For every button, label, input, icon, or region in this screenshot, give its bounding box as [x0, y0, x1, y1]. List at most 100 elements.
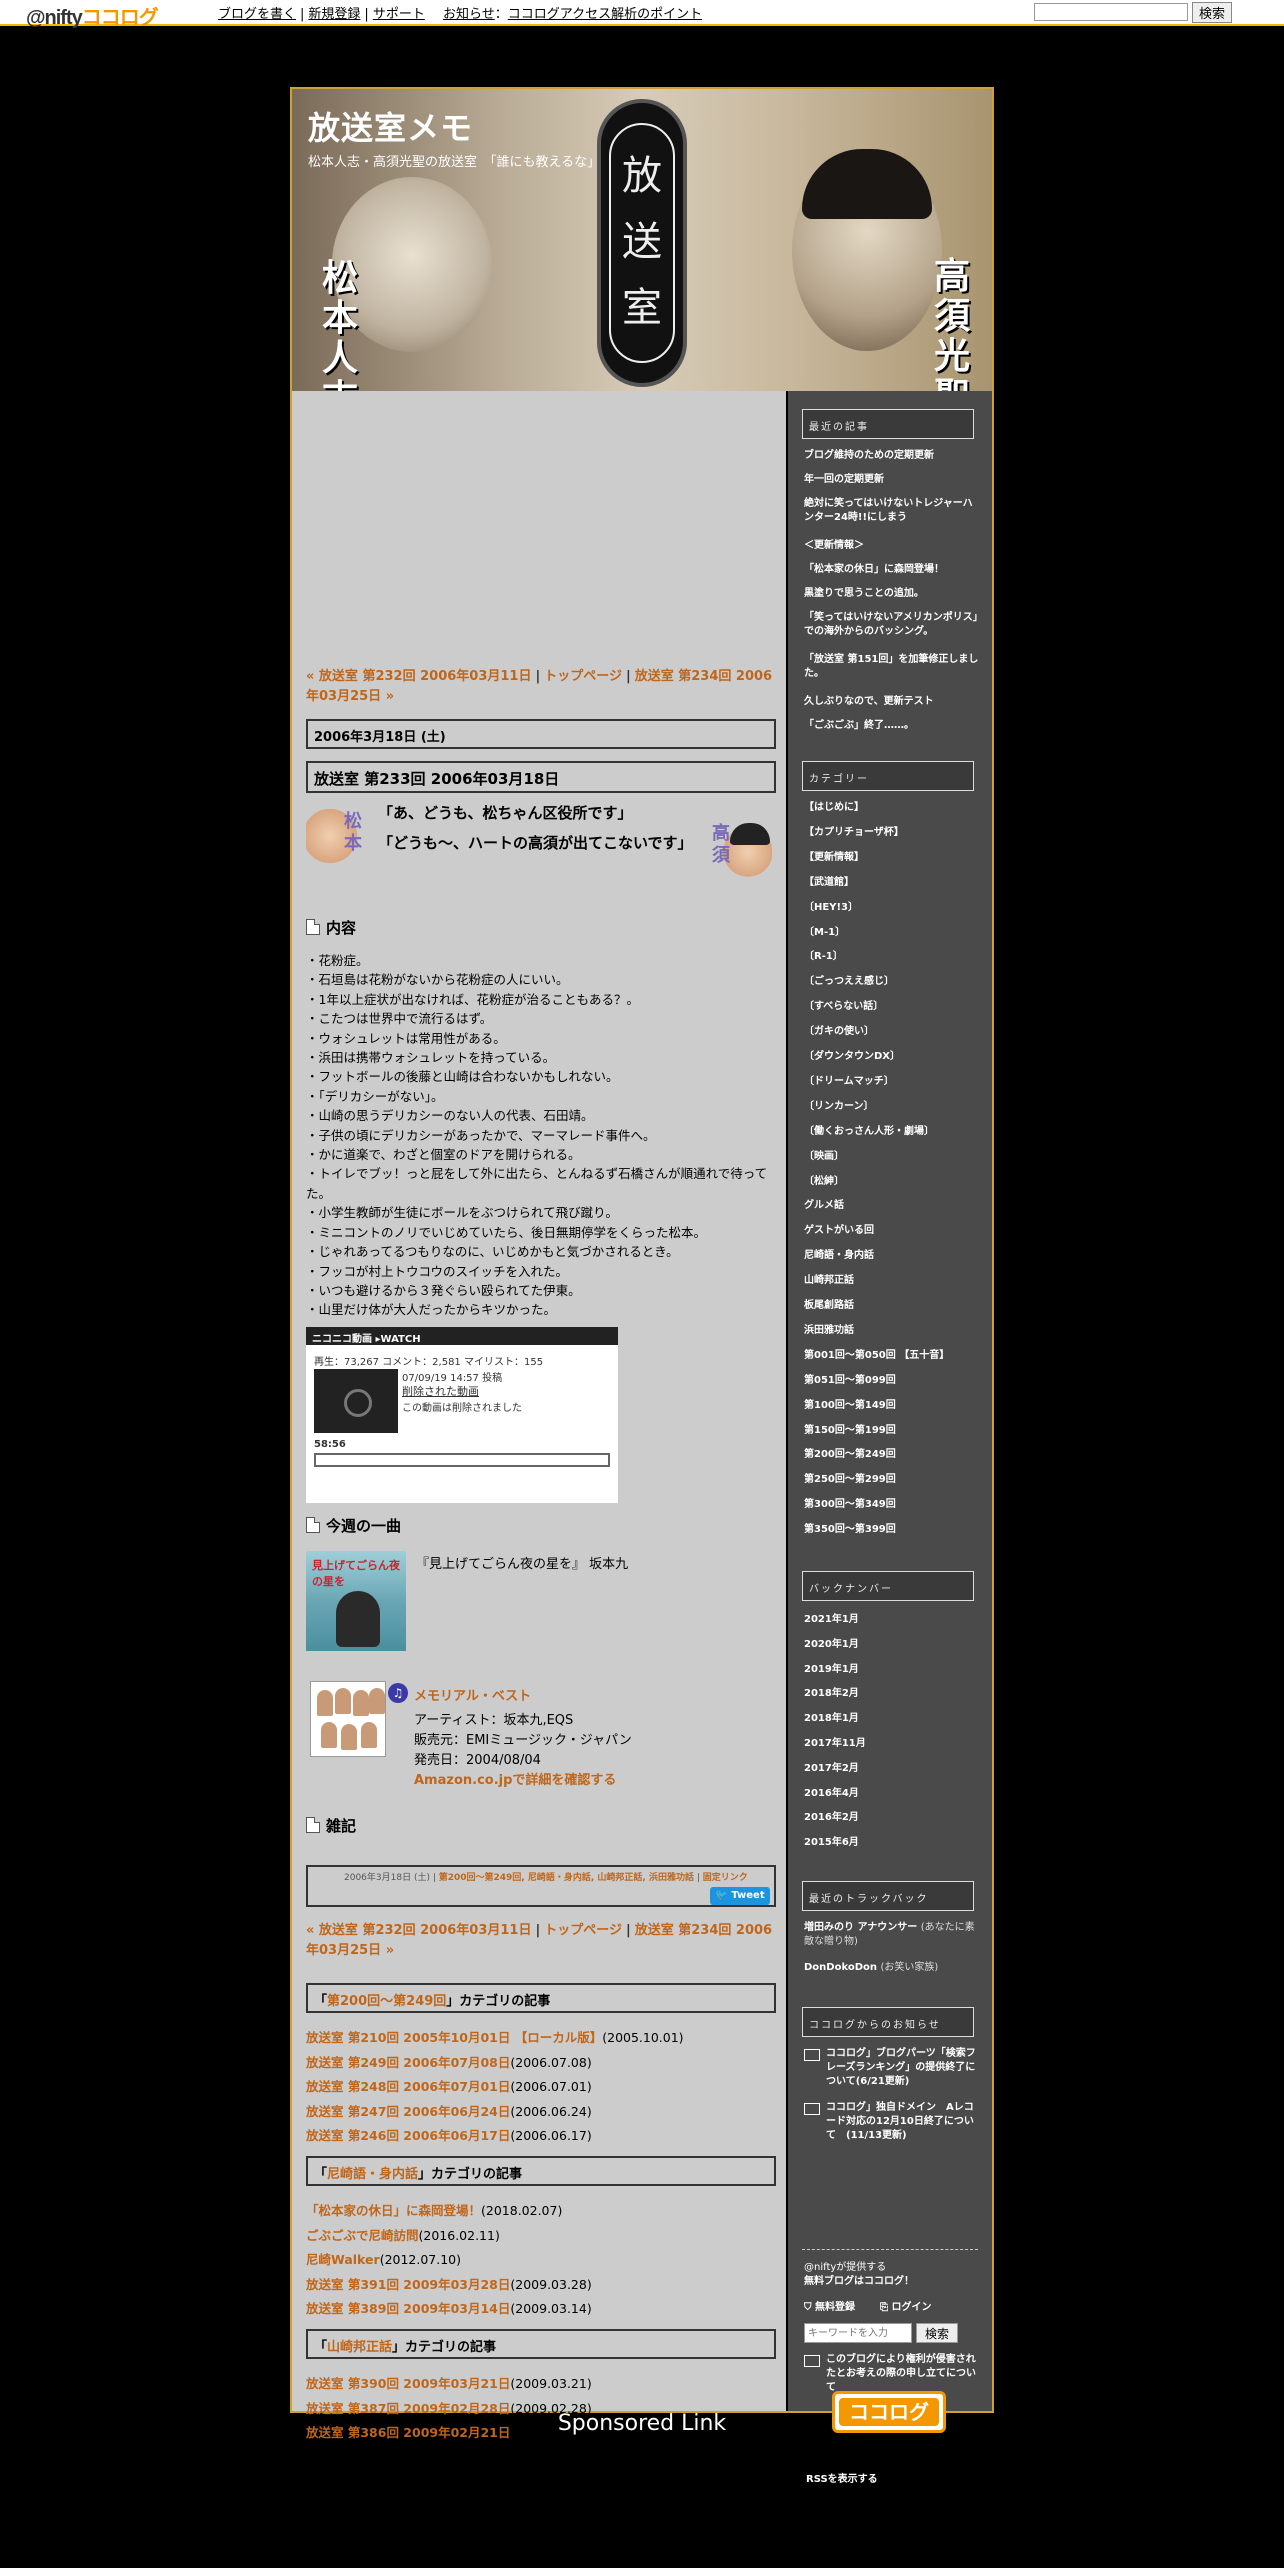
category-sidebar-link[interactable]: 【カプリチョーザ杯】 [804, 826, 980, 840]
footer-categories[interactable]: 第200回～第249回, 尼崎語・身内話, 山崎邦正話, 浜田雅功話 [439, 1873, 694, 1883]
category-link[interactable]: 第200回～第249回 [327, 1994, 446, 2009]
recent-post-link[interactable]: 「笑ってはいけないアメリカンポリス」での海外からのバッシング。 [804, 611, 980, 639]
category-sidebar-link[interactable]: 第300回～第349回 [804, 1498, 980, 1512]
keyword-search-input[interactable] [804, 2323, 912, 2343]
recent-post-link[interactable]: 「放送室 第151回」を加筆修正しました。 [804, 653, 980, 681]
backnumber-link[interactable]: 2015年6月 [804, 1836, 980, 1850]
top-search-input[interactable] [1034, 3, 1188, 21]
sponsored-link[interactable]: Sponsored Link [0, 2411, 1284, 2436]
category-sidebar-link[interactable]: 第350回～第399回 [804, 1523, 980, 1537]
trackback-item[interactable]: 増田みのり アナウンサー (あなたに素敵な贈り物) [804, 1921, 980, 1949]
write-blog-link[interactable]: ブログを書く [218, 7, 296, 22]
top-page-link-bottom[interactable]: トップページ [544, 1923, 622, 1938]
category-sidebar-link[interactable]: 〔働くおっさん人形・劇場〕 [804, 1125, 980, 1139]
backnumber-link[interactable]: 2017年11月 [804, 1737, 980, 1751]
register-link[interactable]: 新規登録 [308, 7, 360, 22]
category-sidebar-link[interactable]: 〔ドリームマッチ〕 [804, 1075, 980, 1089]
backnumber-link[interactable]: 2016年4月 [804, 1787, 980, 1801]
backnumber-link[interactable]: 2018年2月 [804, 1687, 980, 1701]
sidebar-search-button[interactable]: 検索 [916, 2323, 958, 2343]
category-sidebar-link[interactable]: 〔ごっつええ感じ〕 [804, 975, 980, 989]
category-sidebar-link[interactable]: 第200回～第249回 [804, 1448, 980, 1462]
memorial-best-link[interactable]: メモリアル・ベスト [414, 1685, 531, 1704]
related-article-link[interactable]: 放送室 第390回 2009年03月21日 [306, 2376, 510, 2391]
backnumber-link[interactable]: 2016年2月 [804, 1811, 980, 1825]
recent-post-link[interactable]: 絶対に笑ってはいけないトレジャーハンター24時!!にしまう [804, 497, 980, 525]
recent-post-link[interactable]: ＜更新情報＞ [804, 539, 980, 553]
category-sidebar-link[interactable]: 浜田雅功話 [804, 1324, 980, 1338]
category-sidebar-link[interactable]: 〔R-1〕 [804, 950, 980, 964]
rss-link[interactable]: RSSを表示する [806, 2473, 878, 2487]
category-sidebar-link[interactable]: 〔M-1〕 [804, 926, 980, 940]
related-article-link[interactable]: 尼崎Walker [306, 2252, 380, 2267]
related-article-link[interactable]: 放送室 第389回 2009年03月14日 [306, 2301, 510, 2316]
top-search-button[interactable]: 検索 [1192, 2, 1232, 23]
category-sidebar-link[interactable]: 〔すべらない話〕 [804, 1000, 980, 1014]
access-analysis-link[interactable]: ココログアクセス解析のポイント [508, 7, 702, 22]
category-link[interactable]: 山崎邦正話 [327, 2340, 392, 2355]
related-article-link[interactable]: 放送室 第391回 2009年03月28日 [306, 2277, 510, 2292]
nico-deleted-link[interactable]: 削除された動画 [402, 1383, 479, 1399]
top-page-link[interactable]: トップページ [544, 669, 622, 684]
category-sidebar-link[interactable]: グルメ話 [804, 1199, 980, 1213]
recent-post-link[interactable]: 久しぶりなので、更新テスト [804, 695, 980, 709]
recent-post-link[interactable]: 黒塗りで思うことの追加。 [804, 587, 980, 601]
tweet-button[interactable]: 🐦 Tweet [710, 1887, 770, 1905]
backnumber-link[interactable]: 2018年1月 [804, 1712, 980, 1726]
category-sidebar-link[interactable]: 第150回～第199回 [804, 1424, 980, 1438]
category-sidebar-link[interactable]: 【更新情報】 [804, 851, 980, 865]
song-cover-image[interactable]: 見上げてごらん夜の星を [306, 1551, 406, 1651]
free-register-link[interactable]: ⛉ 無料登録 [804, 2301, 855, 2315]
category-sidebar-link[interactable]: 板尾創路話 [804, 1299, 980, 1313]
backnumber-link[interactable]: 2019年1月 [804, 1663, 980, 1677]
related-article-link[interactable]: 「松本家の休日」に森岡登場！ [306, 2203, 481, 2218]
rights-report-link[interactable]: このブログにより権利が侵害されたとお考えの際の申し立てについて [804, 2353, 980, 2395]
category-link[interactable]: 尼崎語・身内話 [327, 2167, 418, 2182]
recent-post-link[interactable]: 「松本家の休日」に森岡登場！ [804, 563, 980, 577]
category-sidebar-link[interactable]: 【武道館】 [804, 876, 980, 890]
backnumber-link[interactable]: 2017年2月 [804, 1762, 980, 1776]
category-sidebar-link[interactable]: 【はじめに】 [804, 801, 980, 815]
category-sidebar-link[interactable]: 〔リンカーン〕 [804, 1100, 980, 1114]
login-link[interactable]: ⎘ ログイン [880, 2301, 931, 2315]
memorial-best-cover[interactable] [310, 1681, 386, 1757]
category-sidebar-link[interactable]: 〔ダウンタウンDX〕 [804, 1050, 980, 1064]
support-link[interactable]: サポート [373, 7, 425, 22]
nico-thumbnail[interactable] [314, 1369, 398, 1433]
nifty-kokolog-logo[interactable]: @niftyココログ [26, 1, 159, 30]
blog-title[interactable]: 放送室メモ [308, 103, 473, 149]
category-sidebar-link[interactable]: 山崎邦正話 [804, 1274, 980, 1288]
category-sidebar-link[interactable]: 第001回～第050回 【五十音】 [804, 1349, 980, 1363]
post-title[interactable]: 放送室 第233回 2006年03月18日 [306, 761, 776, 793]
category-sidebar-link[interactable]: ゲストがいる回 [804, 1224, 980, 1238]
category-sidebar-link[interactable]: 尼崎語・身内話 [804, 1249, 980, 1263]
recent-post-link[interactable]: 「ごぶごぶ」終了……。 [804, 719, 980, 733]
category-sidebar-link[interactable]: 〔HEY!3〕 [804, 901, 980, 915]
related-article-link[interactable]: ごぶごぶで尼崎訪問 [306, 2228, 419, 2243]
related-article-link[interactable]: 放送室 第248回 2006年07月01日 [306, 2079, 510, 2094]
category-sidebar-link[interactable]: 〔ガキの使い〕 [804, 1025, 980, 1039]
prev-post-link[interactable]: « 放送室 第232回 2006年03月11日 [306, 669, 531, 684]
amazon-link[interactable]: Amazon.co.jpで詳細を確認する [414, 1771, 616, 1790]
related-article-link[interactable]: 放送室 第210回 2005年10月01日 【ローカル版】 [306, 2030, 602, 2045]
related-article-link[interactable]: 放送室 第246回 2006年06月17日 [306, 2128, 510, 2143]
nicovideo-embed[interactable]: ニコニコ動画 ▸WATCH 再生：73,267 コメント：2,581 マイリスト… [306, 1327, 618, 1503]
category-sidebar-link[interactable]: 〔松紳〕 [804, 1175, 980, 1189]
category-sidebar-link[interactable]: 第100回～第149回 [804, 1399, 980, 1413]
recent-post-link[interactable]: ブログ維持のための定期更新 [804, 449, 980, 463]
news-item-2[interactable]: ココログ」独自ドメイン Aレコード対応の12月10日終了について (11/13更… [804, 2101, 980, 2143]
news-item-1[interactable]: ココログ」ブログパーツ「検索フレーズランキング」の提供終了について(6/21更新… [804, 2047, 980, 2089]
backnumber-link[interactable]: 2021年1月 [804, 1613, 980, 1627]
backnumber-link[interactable]: 2020年1月 [804, 1638, 980, 1652]
trackback-item[interactable]: DonDokoDon (お笑い家族) [804, 1961, 980, 1975]
free-blog-text[interactable]: 無料ブログはココログ！ [804, 2275, 914, 2289]
prev-post-link-bottom[interactable]: « 放送室 第232回 2006年03月11日 [306, 1923, 531, 1938]
related-article-link[interactable]: 放送室 第247回 2006年06月24日 [306, 2104, 510, 2119]
related-article-link[interactable]: 放送室 第249回 2006年07月08日 [306, 2055, 510, 2070]
recent-post-link[interactable]: 年一回の定期更新 [804, 473, 980, 487]
category-sidebar-link[interactable]: 第250回～第299回 [804, 1473, 980, 1487]
category-sidebar-link[interactable]: 〔映画〕 [804, 1150, 980, 1164]
notice-link[interactable]: お知らせ [443, 7, 495, 22]
permalink[interactable]: 固定リンク [703, 1873, 748, 1883]
category-sidebar-link[interactable]: 第051回～第099回 [804, 1374, 980, 1388]
